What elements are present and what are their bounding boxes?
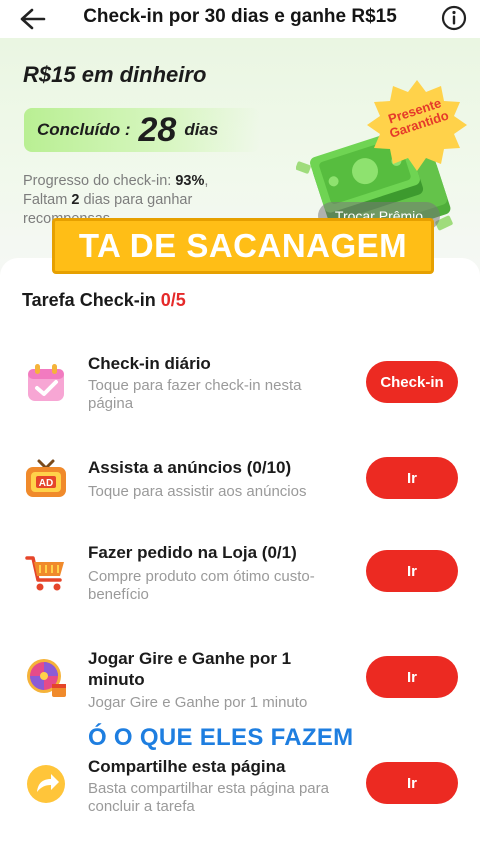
task-card: Tarefa Check-in 0/5 Check-in diário Toqu… (0, 258, 480, 848)
prize-wheel-icon (27, 659, 66, 697)
info-button[interactable] (440, 4, 468, 32)
task-section-title: Tarefa Check-in 0/5 (22, 290, 186, 311)
share-page-go-button[interactable]: Ir (366, 762, 458, 804)
task-description: Jogar Gire e Ganhe por 1 minuto (88, 694, 308, 711)
task-description: Basta compartilhar esta página para conc… (88, 780, 329, 815)
progress-value: 93% (175, 173, 205, 189)
task-name: Assista a anúncios (0/10) (88, 458, 292, 477)
progress-prefix: Progresso do check-in: (23, 173, 176, 189)
task-description: Compre produto com ótimo custo-benefício (88, 568, 315, 603)
spin-wheel-go-button[interactable]: Ir (366, 656, 458, 698)
completed-days-unit: dias (184, 120, 219, 139)
completed-days-value: 28 (138, 111, 177, 149)
shopping-cart-icon (25, 556, 64, 591)
top-bar: Check-in por 30 dias e ganhe R$15 (0, 0, 480, 38)
page-title: Check-in por 30 dias e ganhe R$15 (83, 6, 397, 27)
completed-label: Concluído : (37, 120, 131, 139)
checkin-button[interactable]: Check-in (366, 361, 458, 403)
watch-ads-go-button[interactable]: Ir (366, 457, 458, 499)
completed-days-pill: Concluído : 28 dias (24, 108, 260, 152)
task-name: Fazer pedido na Loja (0/1) (88, 543, 297, 562)
share-arrow-icon (27, 765, 65, 803)
task-description: Toque para assistir aos anúncios (88, 483, 307, 500)
overlay-banner: TA DE SACANAGEM (52, 218, 434, 274)
task-count: 0/5 (160, 290, 186, 310)
remaining-prefix: Faltam (23, 192, 72, 208)
remaining-suffix: dias para ganhar (79, 192, 193, 208)
back-button[interactable] (16, 4, 48, 34)
calendar-check-icon (28, 364, 64, 401)
arrow-left-icon (20, 8, 46, 30)
task-description: Toque para fazer check-in nesta página (88, 377, 302, 412)
reward-title: R$15 em dinheiro (23, 62, 207, 87)
tv-ad-icon: AD (26, 459, 66, 497)
task-title-label: Tarefa Check-in (22, 290, 161, 310)
progress-suffix: , (204, 173, 209, 189)
store-order-go-button[interactable]: Ir (366, 550, 458, 592)
guaranteed-gift-badge: Presente Garantido (364, 78, 470, 174)
info-circle-icon (441, 5, 467, 31)
overlay-caption: Ó O QUE ELES FAZEM (88, 724, 354, 751)
svg-text:AD: AD (39, 478, 53, 489)
task-name: Check-in diário (88, 354, 211, 373)
task-name: Jogar Gire e Ganhe por 1 minuto (88, 649, 292, 689)
task-name: Compartilhe esta página (88, 757, 286, 776)
